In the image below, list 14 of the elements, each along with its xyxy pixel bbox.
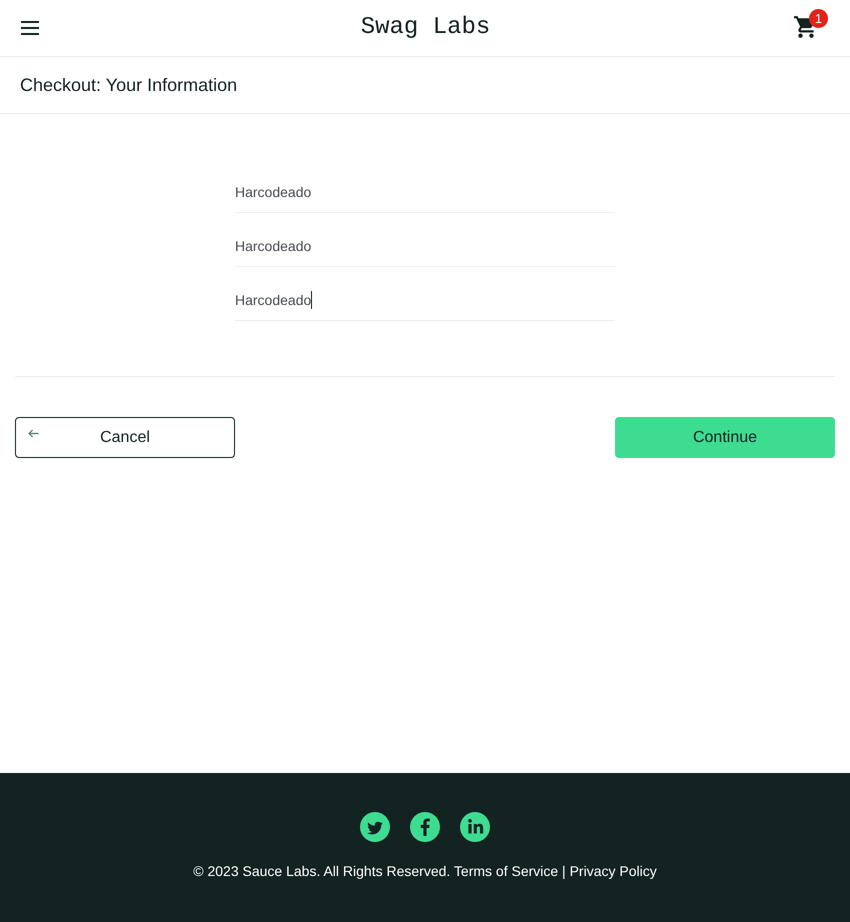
arrow-left-icon — [28, 429, 39, 438]
page-title: Checkout: Your Information — [20, 74, 238, 96]
facebook-icon[interactable] — [410, 812, 440, 842]
menu-icon[interactable] — [21, 21, 39, 35]
input-field[interactable]: Harcodeado — [235, 173, 615, 213]
cart-badge: 1 — [809, 8, 828, 28]
continue-button[interactable]: Continue — [615, 417, 835, 458]
cancel-button[interactable]: Cancel — [15, 417, 235, 458]
copyright-text: © 2023 Sauce Labs. All Rights Reserved. Terms of Service | Privacy Policy — [193, 863, 657, 879]
twitter-icon[interactable] — [360, 812, 390, 842]
linkedin-icon[interactable] — [460, 812, 490, 842]
app-logo: Swag Labs — [360, 14, 490, 40]
input-field[interactable]: Harcodeado — [235, 227, 615, 267]
input-field[interactable]: Harcodeado — [235, 281, 615, 321]
